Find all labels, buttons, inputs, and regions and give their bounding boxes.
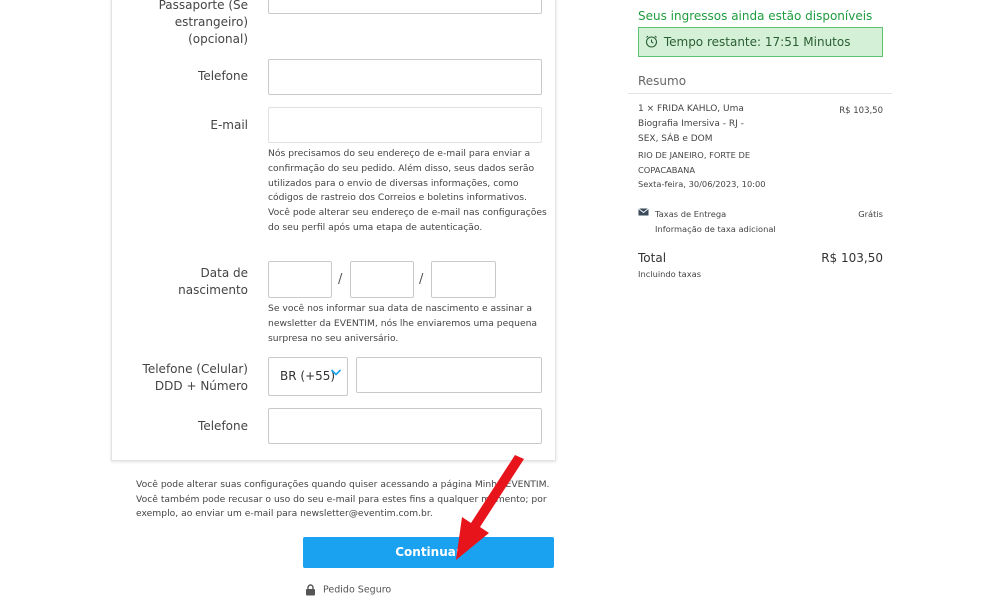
- item-price: R$ 103,50: [839, 106, 883, 116]
- item-date: Sexta-feira, 30/06/2023, 10:00: [638, 179, 766, 189]
- birthdate-label-line1: Data de: [200, 266, 248, 280]
- phone-input[interactable]: [268, 59, 542, 95]
- availability-message: Seus ingressos ainda estão disponíveis: [638, 9, 873, 23]
- phone-label: Telefone: [198, 69, 248, 83]
- summary-divider: [628, 93, 892, 94]
- timer-box: Tempo restante: 17:51 Minutos: [638, 27, 883, 57]
- mobile-label: Telefone (Celular) DDD + Número: [140, 361, 248, 395]
- phone2-label: Telefone: [198, 419, 248, 433]
- item-title-line3: SEX, SÁB e DOM: [638, 134, 713, 144]
- date-separator: /: [419, 272, 424, 287]
- mobile-label-line1: Telefone (Celular): [142, 362, 248, 376]
- item-venue: RIO DE JANEIRO, FORTE DE COPACABANA: [638, 148, 808, 177]
- birthdate-help-text: Se você nos informar sua data de nascime…: [268, 303, 538, 344]
- email-help-text: Nós precisamos do seu endereço de e-mail…: [268, 148, 547, 233]
- delivery-fee-value: Grátis: [858, 209, 883, 219]
- passport-label-line3: (opcional): [188, 32, 248, 46]
- passport-label-line1: Passaporte (Se: [158, 0, 248, 12]
- birth-month-input[interactable]: [350, 261, 414, 298]
- email-input[interactable]: [268, 107, 542, 143]
- item-venue-line2: COPACABANA: [638, 164, 696, 175]
- passport-input[interactable]: [268, 0, 542, 14]
- envelope-icon: [638, 208, 649, 216]
- phone2-input[interactable]: [268, 408, 542, 444]
- clock-icon: [645, 35, 658, 48]
- total-note: Incluindo taxas: [638, 269, 702, 279]
- additional-fee-info-link[interactable]: Informação de taxa adicional: [655, 222, 776, 237]
- passport-label: Passaporte (Se estrangeiro) (opcional): [150, 0, 248, 48]
- item-title-line2: Biografia Imersiva - RJ -: [638, 119, 744, 129]
- item-title-line1: 1 × FRIDA KAHLO, Uma: [638, 104, 744, 114]
- chevron-down-icon: [330, 369, 342, 376]
- delivery-fee-label: Taxas de Entrega: [655, 209, 727, 219]
- red-arrow-annotation: [456, 455, 524, 560]
- total-value: R$ 103,50: [821, 251, 883, 265]
- mobile-number-input[interactable]: [356, 357, 542, 393]
- timer-text: Tempo restante: 17:51 Minutos: [663, 35, 851, 49]
- mobile-label-line2: DDD + Número: [154, 379, 248, 393]
- total-label: Total: [638, 251, 667, 265]
- secure-order-label: Pedido Seguro: [323, 584, 392, 596]
- email-label: E-mail: [210, 118, 248, 132]
- birthdate-label: Data de nascimento: [150, 265, 248, 299]
- secure-order: Pedido Seguro: [305, 584, 391, 596]
- birth-day-input[interactable]: [268, 261, 332, 298]
- date-separator: /: [338, 272, 343, 287]
- summary-title: Resumo: [638, 74, 687, 88]
- birth-year-input[interactable]: [431, 261, 496, 298]
- lock-icon: [306, 584, 315, 596]
- item-venue-line1: RIO DE JANEIRO, FORTE DE: [638, 150, 751, 160]
- item-title: 1 × FRIDA KAHLO, Uma Biografia Imersiva …: [638, 102, 788, 147]
- country-code-value: BR (+55): [280, 369, 336, 383]
- passport-label-line2: estrangeiro): [174, 15, 248, 29]
- birthdate-label-line2: nascimento: [178, 283, 248, 297]
